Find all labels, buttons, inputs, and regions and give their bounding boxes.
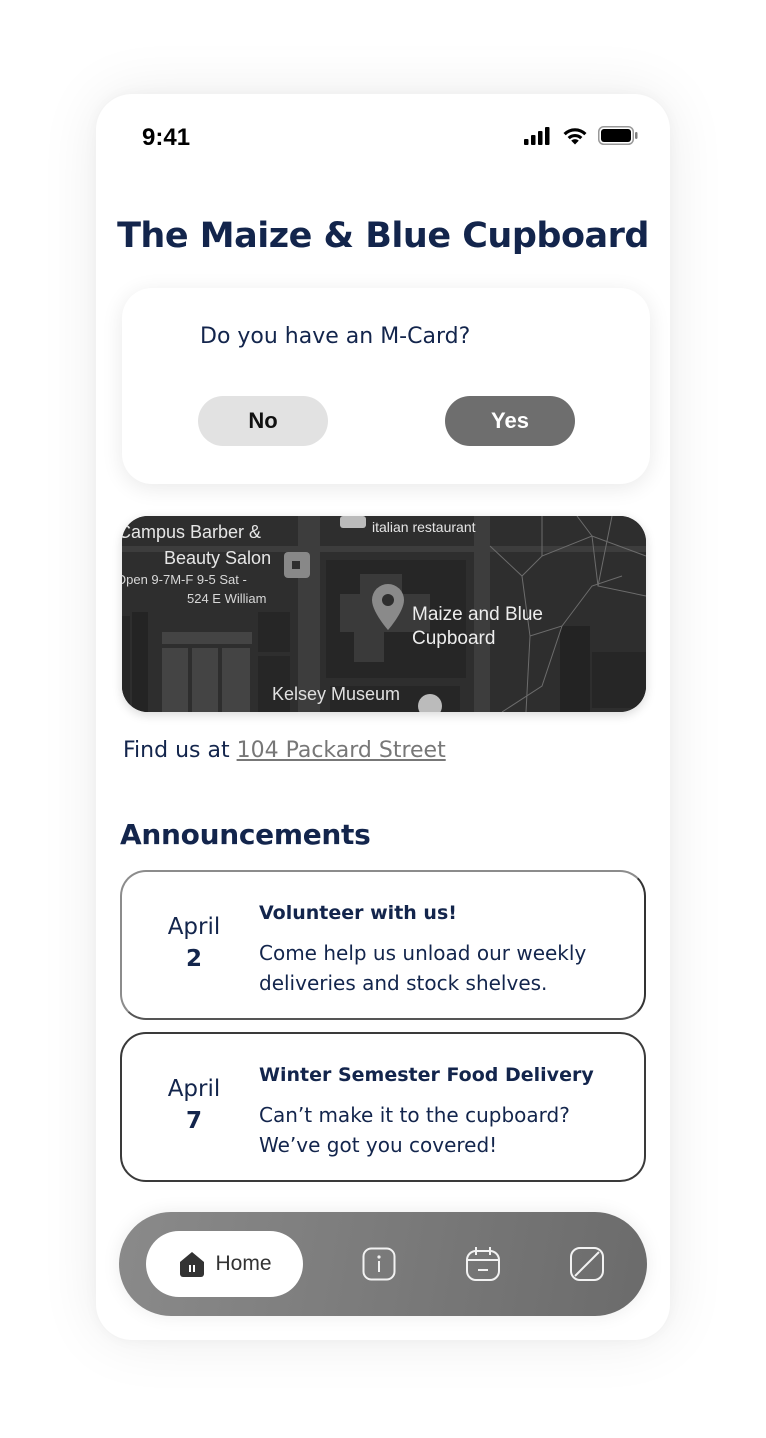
- find-us-prefix: Find us at: [123, 738, 237, 763]
- map-label-barber-hours: Open 9-7M-F 9-5 Sat -: [122, 572, 247, 587]
- status-time: 9:41: [142, 124, 191, 151]
- announcement-date: April 7: [142, 1076, 246, 1134]
- announcement-title: Volunteer with us!: [259, 902, 457, 924]
- announcement-month: April: [167, 1076, 221, 1102]
- announcement-card[interactable]: April 2 Volunteer with us! Come help us …: [120, 870, 646, 1020]
- nav-calendar-tab[interactable]: [465, 1246, 501, 1282]
- mcard-prompt-card: Do you have an M-Card? No Yes: [122, 288, 650, 484]
- status-icons: [524, 126, 638, 145]
- announcements-heading: Announcements: [120, 818, 371, 851]
- find-us-text: Find us at 104 Packard Street: [123, 738, 446, 763]
- map-label-barber-2: Beauty Salon: [164, 548, 271, 568]
- announcement-day: 7: [185, 1108, 202, 1134]
- map-label-pin-2: Cupboard: [412, 628, 495, 649]
- calendar-icon: [466, 1247, 500, 1281]
- nav-home-label: Home: [215, 1252, 272, 1275]
- bottom-nav: Home: [119, 1212, 647, 1316]
- address-link[interactable]: 104 Packard Street: [237, 738, 446, 763]
- info-icon: [362, 1247, 396, 1281]
- yes-button[interactable]: Yes: [445, 396, 575, 446]
- wifi-icon: [563, 128, 587, 145]
- mcard-question: Do you have an M-Card?: [200, 324, 471, 349]
- location-map[interactable]: italian restaurant Campus Barber & Beaut…: [122, 516, 646, 712]
- announcement-date: April 2: [142, 914, 246, 972]
- nav-info-tab[interactable]: [361, 1246, 397, 1282]
- map-label-pin-1: Maize and Blue: [412, 604, 543, 625]
- home-icon: [180, 1252, 205, 1277]
- map-label-barber-1: Campus Barber &: [122, 522, 261, 542]
- map-label-restaurant: italian restaurant: [372, 519, 476, 535]
- no-button[interactable]: No: [198, 396, 328, 446]
- nav-slash-tab[interactable]: [569, 1246, 605, 1282]
- battery-icon: [598, 126, 638, 145]
- announcement-body: Come help us unload our weekly deliverie…: [259, 941, 587, 995]
- phone-screen: 9:41 The Maize & Blue Cupboard Do you ha…: [96, 94, 670, 1340]
- announcement-title: Winter Semester Food Delivery: [259, 1064, 594, 1086]
- app-title: The Maize & Blue Cupboard: [117, 216, 649, 256]
- announcement-body: Can’t make it to the cupboard? We’ve got…: [259, 1103, 570, 1157]
- slash-square-icon: [570, 1247, 604, 1281]
- nav-home-tab[interactable]: Home: [146, 1231, 303, 1297]
- announcement-card[interactable]: April 7 Winter Semester Food Delivery Ca…: [120, 1032, 646, 1182]
- map-label-barber-address: 524 E William: [187, 591, 266, 606]
- announcement-month: April: [167, 914, 221, 940]
- cellular-signal-icon: [524, 126, 550, 145]
- announcement-day: 2: [185, 946, 202, 972]
- map-label-museum: Kelsey Museum: [272, 684, 400, 704]
